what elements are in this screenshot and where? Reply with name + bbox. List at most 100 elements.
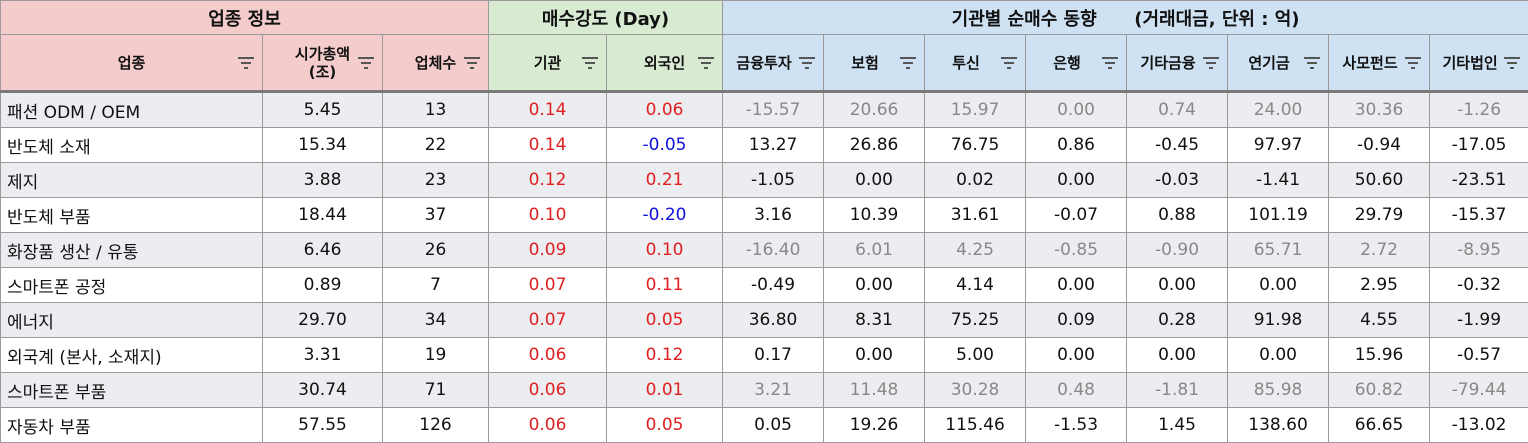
table-row[interactable]: 외국계 (본사, 소재지)3.31190.060.120.170.005.000…: [1, 338, 1528, 373]
cell-fin-invest: -1.05: [723, 163, 824, 198]
cell-institution: 0.06: [489, 373, 607, 408]
table-row[interactable]: 자동차 부품57.551260.060.050.0519.26115.46-1.…: [1, 408, 1528, 443]
column-header-institution[interactable]: 기관: [489, 35, 607, 92]
filter-icon[interactable]: [238, 57, 254, 69]
column-header-other-finance[interactable]: 기타금융: [1127, 35, 1228, 92]
column-header-other-corp[interactable]: 기타법인: [1430, 35, 1528, 92]
cell-trust: 0.02: [925, 163, 1026, 198]
cell-private-fund: 2.95: [1329, 268, 1430, 303]
cell-private-fund: 60.82: [1329, 373, 1430, 408]
table-row[interactable]: 반도체 소재15.34220.14-0.0513.2726.8676.750.8…: [1, 128, 1528, 163]
cell-other-finance: -0.03: [1127, 163, 1228, 198]
column-header-bank[interactable]: 은행: [1026, 35, 1127, 92]
cell-fin-invest: 0.17: [723, 338, 824, 373]
column-header-label: 시가총액 (조): [295, 45, 350, 81]
filter-icon[interactable]: [464, 57, 480, 69]
cell-other-finance: 0.00: [1127, 268, 1228, 303]
cell-other-corp: -79.44: [1430, 373, 1528, 408]
cell-foreign: 0.05: [607, 303, 723, 338]
column-header-private-fund[interactable]: 사모펀드: [1329, 35, 1430, 92]
filter-icon[interactable]: [900, 57, 916, 69]
cell-fin-invest: 13.27: [723, 128, 824, 163]
column-header-market-cap[interactable]: 시가총액 (조): [263, 35, 383, 92]
cell-other-finance: -0.90: [1127, 233, 1228, 268]
table-body: 패션 ODM / OEM5.45130.140.06-15.5720.6615.…: [1, 92, 1528, 443]
cell-pension: -1.41: [1228, 163, 1329, 198]
cell-foreign: -0.20: [607, 198, 723, 233]
cell-pension: 91.98: [1228, 303, 1329, 338]
cell-private-fund: 4.55: [1329, 303, 1430, 338]
cell-company-count: 26: [383, 233, 489, 268]
cell-institution: 0.10: [489, 198, 607, 233]
cell-bank: 0.00: [1026, 268, 1127, 303]
cell-market-cap: 18.44: [263, 198, 383, 233]
column-header-trust[interactable]: 투신: [925, 35, 1026, 92]
cell-market-cap: 5.45: [263, 92, 383, 128]
filter-icon[interactable]: [698, 57, 714, 69]
table-row[interactable]: 제지3.88230.120.21-1.050.000.020.00-0.03-1…: [1, 163, 1528, 198]
filter-icon[interactable]: [1001, 57, 1017, 69]
column-header-row: 업종 시가총액 (조) 업체수 기관 외국인금융투자 보험 투신 은행 기타금융연기금사모펀드기…: [1, 35, 1528, 92]
sector-flow-table: 업종 정보 매수강도 (Day) 기관별 순매수 동향 (거래대금, 단위 : …: [0, 0, 1528, 443]
filter-icon[interactable]: [1504, 57, 1520, 69]
cell-fin-invest: 3.16: [723, 198, 824, 233]
cell-market-cap: 29.70: [263, 303, 383, 338]
cell-bank: 0.00: [1026, 163, 1127, 198]
cell-institution: 0.07: [489, 303, 607, 338]
cell-company-count: 126: [383, 408, 489, 443]
filter-icon[interactable]: [1102, 57, 1118, 69]
cell-market-cap: 3.88: [263, 163, 383, 198]
column-header-label: 보험: [851, 54, 879, 72]
cell-market-cap: 30.74: [263, 373, 383, 408]
cell-other-finance: 0.00: [1127, 338, 1228, 373]
cell-trust: 75.25: [925, 303, 1026, 338]
cell-other-corp: -13.02: [1430, 408, 1528, 443]
cell-insurance: 26.86: [824, 128, 925, 163]
table-row[interactable]: 에너지29.70340.070.0536.808.3175.250.090.28…: [1, 303, 1528, 338]
cell-market-cap: 0.89: [263, 268, 383, 303]
column-header-foreign[interactable]: 외국인: [607, 35, 723, 92]
cell-sector: 패션 ODM / OEM: [1, 92, 263, 128]
filter-icon[interactable]: [1203, 57, 1219, 69]
cell-trust: 15.97: [925, 92, 1026, 128]
column-header-pension[interactable]: 연기금: [1228, 35, 1329, 92]
cell-insurance: 10.39: [824, 198, 925, 233]
cell-sector: 반도체 부품: [1, 198, 263, 233]
cell-insurance: 6.01: [824, 233, 925, 268]
filter-icon[interactable]: [358, 57, 374, 69]
cell-trust: 115.46: [925, 408, 1026, 443]
filter-icon[interactable]: [1405, 57, 1421, 69]
column-header-insurance[interactable]: 보험: [824, 35, 925, 92]
column-header-label: 기관: [534, 54, 562, 72]
cell-pension: 65.71: [1228, 233, 1329, 268]
cell-institution: 0.06: [489, 408, 607, 443]
table-row[interactable]: 반도체 부품18.44370.10-0.203.1610.3931.61-0.0…: [1, 198, 1528, 233]
cell-sector: 에너지: [1, 303, 263, 338]
filter-icon[interactable]: [1304, 57, 1320, 69]
column-header-company-count[interactable]: 업체수: [383, 35, 489, 92]
table-row[interactable]: 스마트폰 부품30.74710.060.013.2111.4830.280.48…: [1, 373, 1528, 408]
cell-private-fund: 50.60: [1329, 163, 1430, 198]
table-row[interactable]: 패션 ODM / OEM5.45130.140.06-15.5720.6615.…: [1, 92, 1528, 128]
cell-fin-invest: 0.05: [723, 408, 824, 443]
cell-fin-invest: -0.49: [723, 268, 824, 303]
cell-foreign: 0.01: [607, 373, 723, 408]
cell-bank: 0.00: [1026, 92, 1127, 128]
column-header-fin-invest[interactable]: 금융투자: [723, 35, 824, 92]
cell-institution: 0.09: [489, 233, 607, 268]
table-row[interactable]: 화장품 생산 / 유통6.46260.090.10-16.406.014.25-…: [1, 233, 1528, 268]
cell-private-fund: -0.94: [1329, 128, 1430, 163]
cell-fin-invest: -15.57: [723, 92, 824, 128]
filter-icon[interactable]: [799, 57, 815, 69]
column-header-label: 은행: [1053, 54, 1081, 72]
cell-insurance: 0.00: [824, 163, 925, 198]
cell-other-corp: -17.05: [1430, 128, 1528, 163]
cell-other-corp: -0.57: [1430, 338, 1528, 373]
filter-icon[interactable]: [582, 57, 598, 69]
cell-pension: 97.97: [1228, 128, 1329, 163]
cell-insurance: 20.66: [824, 92, 925, 128]
cell-foreign: 0.05: [607, 408, 723, 443]
table-row[interactable]: 스마트폰 공정0.8970.070.11-0.490.004.140.000.0…: [1, 268, 1528, 303]
column-header-sector[interactable]: 업종: [1, 35, 263, 92]
cell-foreign: -0.05: [607, 128, 723, 163]
